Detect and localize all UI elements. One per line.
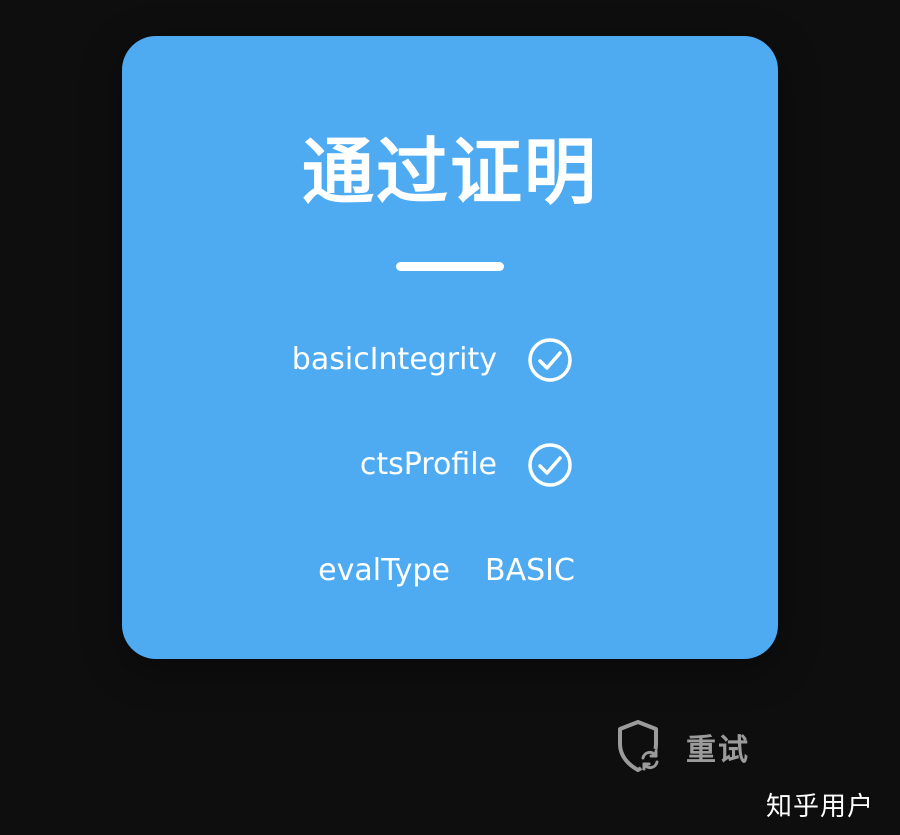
title-divider: [396, 262, 504, 271]
result-row-basic-integrity: basicIntegrity: [122, 336, 778, 384]
check-circle-icon: [528, 338, 572, 382]
row-label: ctsProfile: [359, 447, 497, 482]
attestation-card: 通过证明 basicIntegrity ctsProfile evalType …: [122, 36, 778, 659]
retry-button[interactable]: 重试: [616, 718, 750, 776]
row-value: BASIC: [485, 553, 575, 588]
retry-label: 重试: [686, 733, 750, 768]
row-label: evalType: [318, 553, 450, 588]
result-row-cts-profile: ctsProfile: [122, 441, 778, 489]
card-title: 通过证明: [301, 130, 598, 214]
watermark: 知乎用户: [765, 792, 874, 822]
result-row-eval-type: evalType BASIC: [122, 547, 778, 595]
row-label: basicIntegrity: [291, 342, 497, 377]
shield-refresh-icon: [618, 720, 662, 772]
check-circle-icon: [528, 443, 572, 487]
